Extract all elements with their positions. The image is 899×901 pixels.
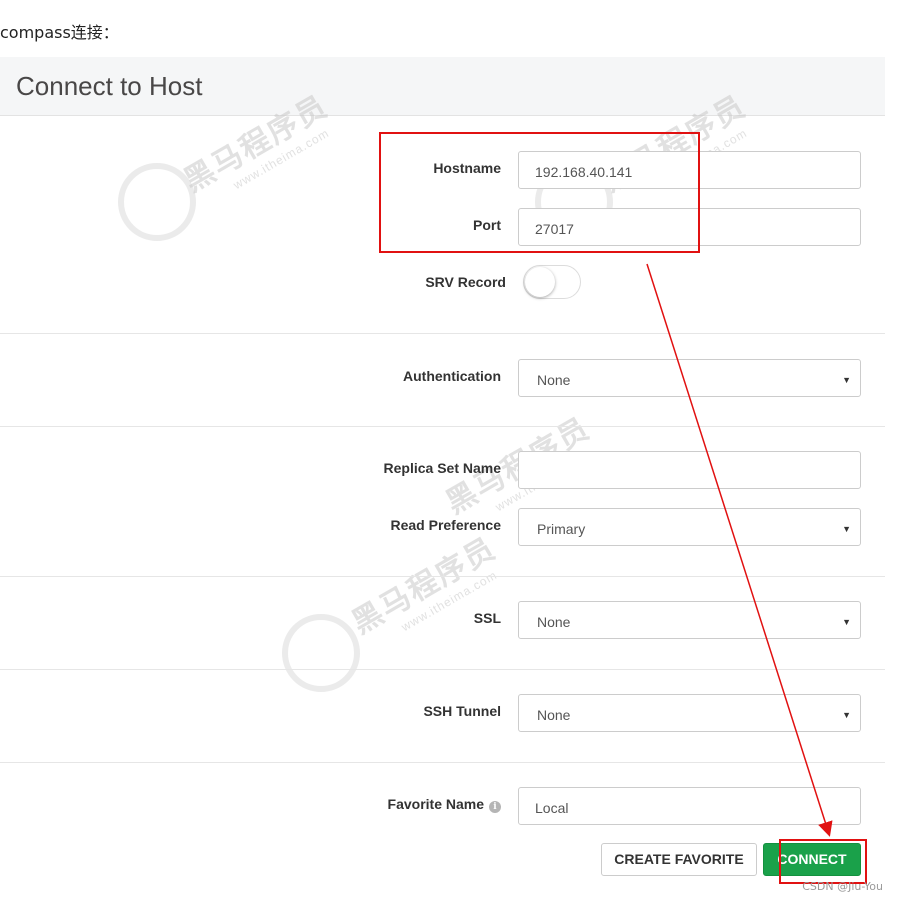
section-divider: [0, 333, 885, 334]
section-divider: [0, 426, 885, 427]
favorite-name-input[interactable]: Local: [518, 787, 861, 825]
port-label: Port: [473, 217, 501, 233]
favorite-name-label-text: Favorite Name: [387, 796, 484, 812]
dialog-header: Connect to Host: [0, 57, 885, 116]
srv-record-toggle[interactable]: [523, 265, 581, 299]
caret-down-icon: ▼: [842, 524, 851, 534]
section-divider: [0, 576, 885, 577]
watermark-site: www.itheima.com: [230, 125, 332, 193]
ssh-tunnel-value: None: [537, 707, 571, 723]
watermark: 黑马程序员 www.itheima.com: [342, 524, 510, 654]
ssh-tunnel-select[interactable]: None ▼: [518, 694, 861, 732]
create-favorite-button[interactable]: CREATE FAVORITE: [601, 843, 757, 876]
ssl-value: None: [537, 614, 571, 630]
section-divider: [0, 669, 885, 670]
watermark-logo-icon: [118, 163, 196, 241]
authentication-select[interactable]: None ▼: [518, 359, 861, 397]
favorite-name-label: Favorite Name i: [388, 796, 501, 813]
authentication-label: Authentication: [403, 368, 501, 384]
hostname-label: Hostname: [433, 160, 501, 176]
ssh-tunnel-label: SSH Tunnel: [423, 703, 501, 719]
watermark-logo-icon: [282, 614, 360, 692]
read-preference-select[interactable]: Primary ▼: [518, 508, 861, 546]
annotation-arrow-line: [646, 263, 833, 837]
replica-set-name-input[interactable]: [518, 451, 861, 489]
credit-text: CSDN @Jiu-You: [802, 880, 883, 893]
ssl-label: SSL: [473, 610, 501, 626]
read-preference-value: Primary: [537, 521, 586, 537]
caret-down-icon: ▼: [842, 617, 851, 627]
caret-down-icon: ▼: [842, 710, 851, 720]
ssl-select[interactable]: None ▼: [518, 601, 861, 639]
caret-down-icon: ▼: [842, 375, 851, 385]
read-preference-label: Read Preference: [390, 517, 501, 533]
section-divider: [0, 762, 885, 763]
hostname-input[interactable]: 192.168.40.141: [518, 151, 861, 189]
replica-set-name-label: Replica Set Name: [383, 460, 502, 476]
authentication-value: None: [537, 372, 571, 388]
port-input[interactable]: 27017: [518, 208, 861, 246]
info-circle-icon[interactable]: i: [489, 801, 501, 813]
toggle-knob: [525, 267, 555, 297]
srv-record-label: SRV Record: [425, 274, 506, 290]
connect-button[interactable]: CONNECT: [763, 843, 861, 876]
page-title: Connect to Host: [16, 71, 203, 101]
caption-text: compass连接：: [0, 23, 119, 42]
